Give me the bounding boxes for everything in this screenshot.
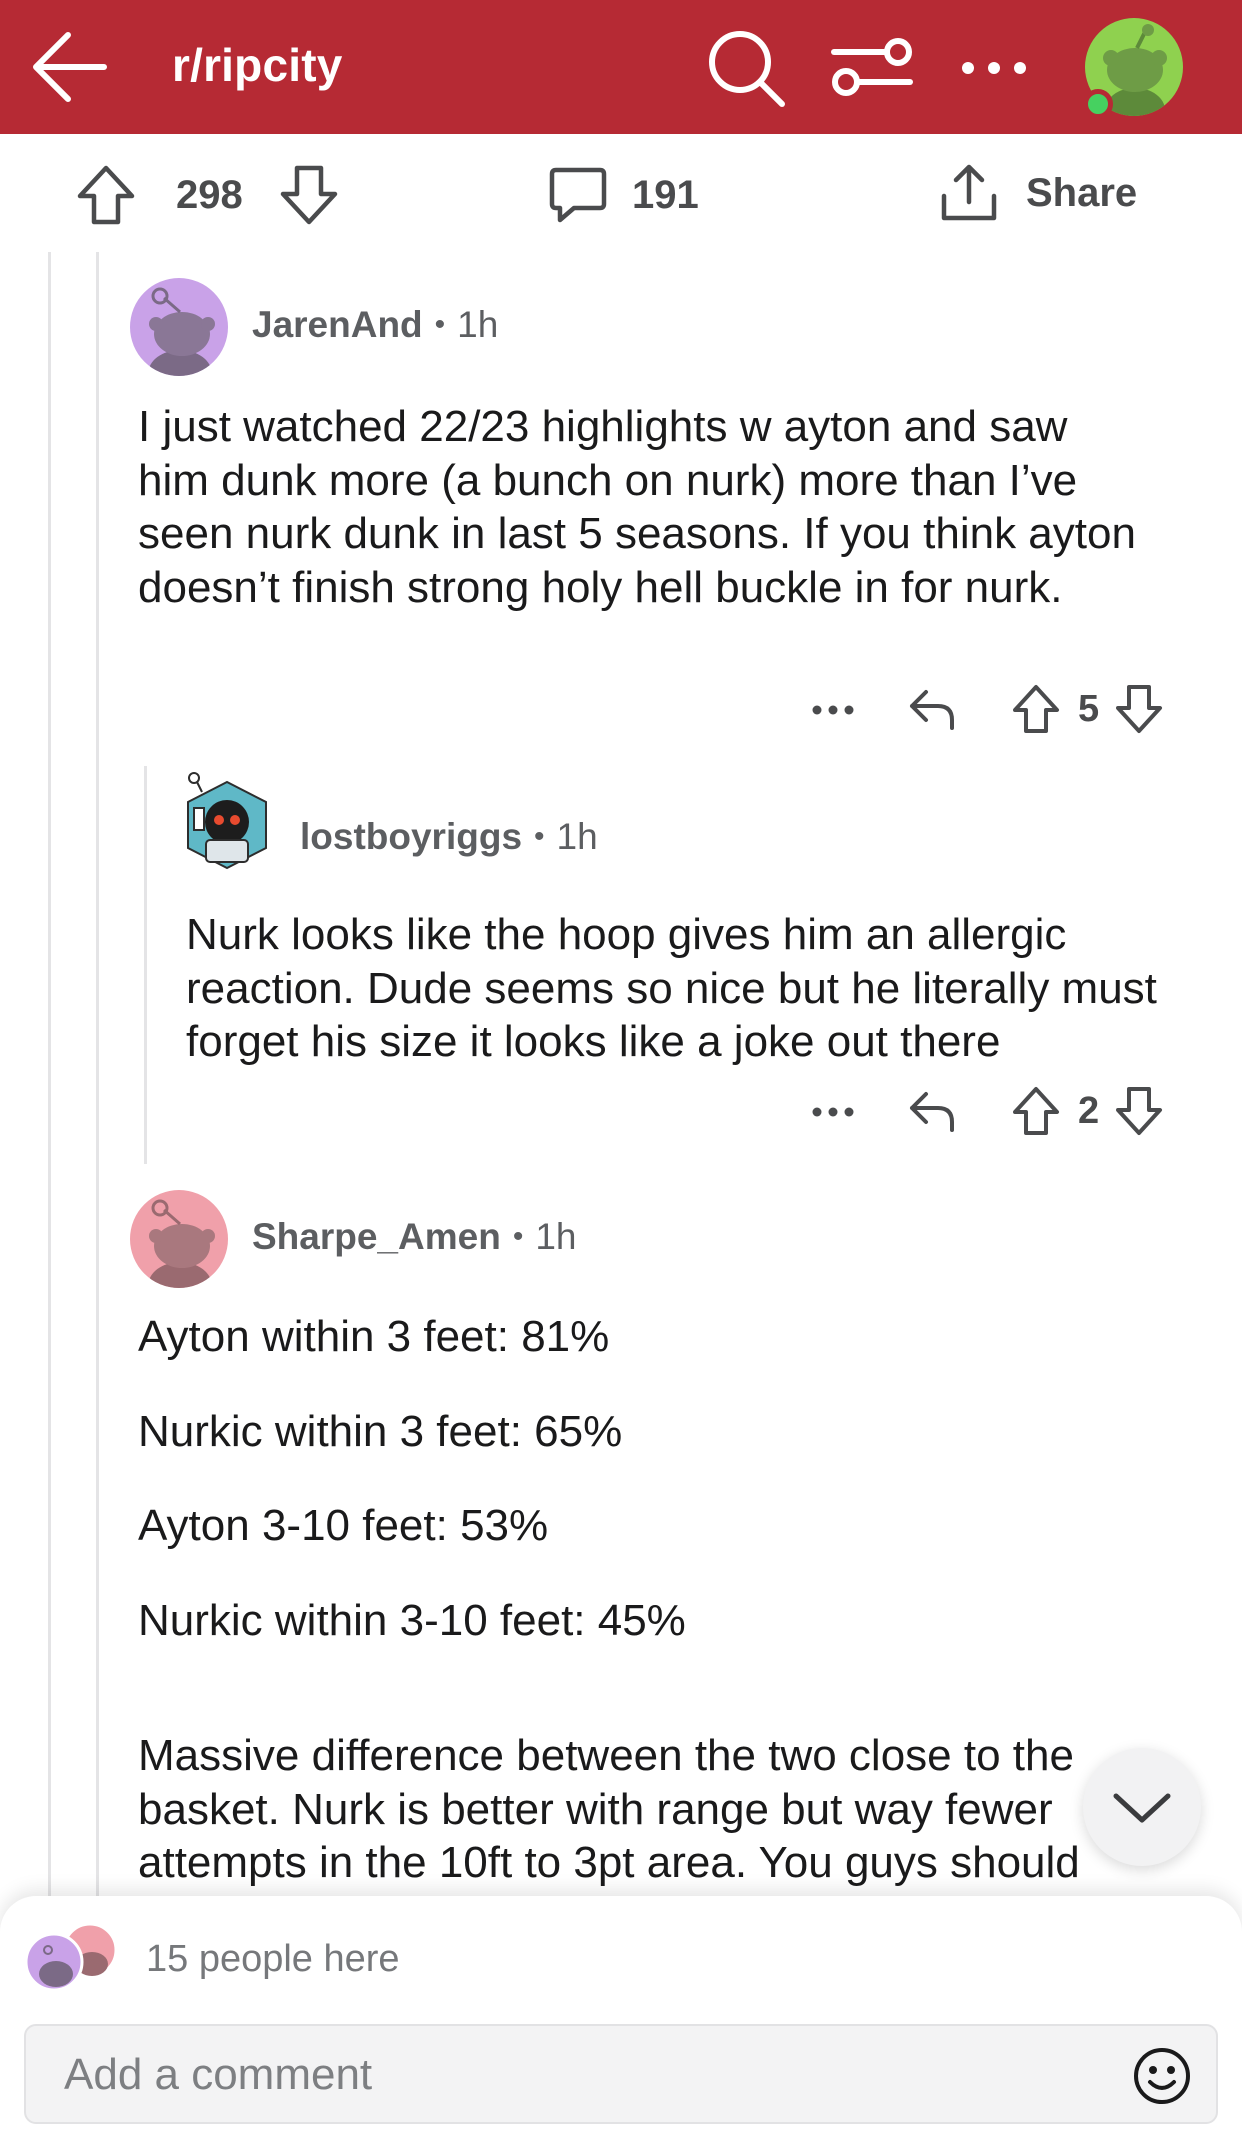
comment-paragraph: Nurkic within 3-10 feet: 45% [138, 1595, 686, 1645]
comment-username[interactable]: JarenAnd [252, 304, 423, 346]
upvote-arrow-icon[interactable] [76, 164, 136, 226]
comment-avatar[interactable] [130, 1190, 228, 1288]
comment-time: 1h [556, 816, 598, 857]
comment-count: 191 [632, 172, 699, 217]
post-action-bar: 298 191 Share [0, 134, 1242, 252]
share-button[interactable]: Share [938, 162, 1137, 224]
comment-username[interactable]: lostboyriggs [300, 816, 522, 858]
comment-composer: 15 people here Add a comment [0, 1896, 1242, 2150]
upvote-arrow-icon[interactable] [1012, 1086, 1060, 1136]
upvote-group: 298 [76, 164, 339, 226]
thread-line-level2[interactable] [144, 766, 147, 1164]
meta-separator: • [434, 308, 446, 341]
comment-username[interactable]: Sharpe_Amen [252, 1216, 501, 1258]
comment-meta: Sharpe_Amen • 1h [252, 1216, 576, 1258]
comment-bubble-icon [549, 167, 607, 223]
comments-button[interactable]: 191 [548, 164, 699, 226]
upvote-count: 298 [176, 172, 243, 217]
present-users-avatars [24, 1922, 118, 1992]
share-label: Share [1026, 170, 1138, 215]
reply-arrow-icon[interactable] [906, 686, 958, 732]
upvote-arrow-icon[interactable] [1012, 684, 1060, 734]
comment-avatar[interactable] [182, 770, 272, 882]
robot-avatar-icon [187, 772, 267, 870]
comment-time: 1h [535, 1216, 577, 1257]
filter-sliders-icon[interactable] [830, 32, 914, 102]
downvote-arrow-icon[interactable] [1115, 1086, 1163, 1136]
chevron-down-icon [1113, 1793, 1171, 1823]
comment-score: 2 [1078, 1089, 1100, 1132]
back-arrow-icon[interactable] [30, 29, 110, 105]
thread-line-outer[interactable] [48, 252, 51, 1896]
comment-meta: JarenAnd • 1h [252, 304, 498, 346]
meta-separator: • [534, 820, 545, 853]
add-comment-placeholder: Add a comment [64, 2050, 373, 2099]
more-dots-icon[interactable] [958, 36, 1030, 96]
comment-time: 1h [457, 304, 499, 345]
comment-avatar[interactable] [130, 278, 228, 376]
subreddit-title[interactable]: r/ripcity [172, 38, 343, 92]
more-dots-icon[interactable] [808, 694, 858, 724]
emoji-smile-icon[interactable] [1132, 2046, 1192, 2106]
people-here-count: 15 people here [146, 1938, 400, 1980]
meta-separator: • [512, 1220, 524, 1253]
comment-actions: 2 [808, 1086, 1163, 1136]
snoo-avatar-icon [148, 287, 215, 376]
scroll-next-comment-button[interactable] [1083, 1748, 1201, 1866]
app-header: r/ripcity [0, 0, 1242, 134]
comment-paragraph: Massive difference between the two close… [138, 1731, 1080, 1887]
search-icon[interactable] [706, 28, 788, 110]
share-upload-icon [941, 164, 997, 221]
comment-body: I just watched 22/23 highlights w ayton … [138, 402, 1136, 612]
downvote-arrow-icon[interactable] [279, 164, 339, 226]
reply-arrow-icon[interactable] [906, 1088, 958, 1134]
comment-body: Nurk looks like the hoop gives him an al… [186, 910, 1157, 1066]
comment-paragraph: Nurkic within 3 feet: 65% [138, 1406, 623, 1456]
comment-score: 5 [1078, 687, 1100, 730]
thread-line-level1[interactable] [96, 252, 99, 1896]
online-status-dot [1083, 89, 1113, 119]
comment-meta: lostboyriggs • 1h [300, 816, 598, 858]
add-comment-input[interactable]: Add a comment [24, 2024, 1218, 2124]
more-dots-icon[interactable] [808, 1096, 858, 1126]
comment-paragraph: Ayton 3-10 feet: 53% [138, 1501, 549, 1550]
comment-actions: 5 [808, 684, 1163, 734]
downvote-arrow-icon[interactable] [1115, 684, 1163, 734]
comment-body: Ayton within 3 feet: 81% Nurkic within 3… [138, 1310, 1138, 1890]
snoo-avatar-icon [148, 1199, 215, 1288]
comment-paragraph: Ayton within 3 feet: 81% [138, 1312, 610, 1361]
